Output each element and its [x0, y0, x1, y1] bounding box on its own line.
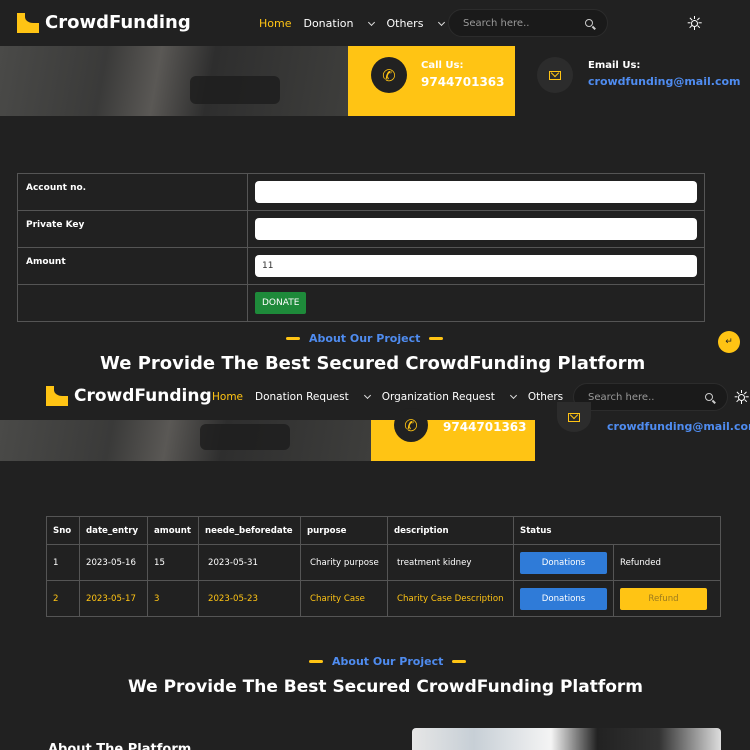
nav-donation-label: Donation	[303, 17, 354, 30]
table-header-row: Sno date_entry amount neede_beforedate p…	[46, 516, 721, 545]
dash-decoration	[286, 337, 300, 340]
search-icon[interactable]	[705, 393, 713, 401]
cell-purpose: Charity purpose	[300, 544, 388, 581]
email-link[interactable]: crowdfunding@mail.com	[588, 75, 740, 88]
col-purpose: purpose	[300, 516, 388, 545]
form-row-key: Private Key	[17, 210, 705, 248]
call-box-2: ✆ 9744701363	[371, 408, 535, 461]
cell-amount: 15	[147, 544, 199, 581]
col-amount: amount	[147, 516, 199, 545]
cell-needed-before: 2023-05-23	[198, 580, 301, 617]
cell-sno: 2	[46, 580, 80, 617]
brand-logo-2[interactable]: CrowdFunding	[46, 386, 212, 406]
private-key-field[interactable]	[255, 218, 697, 240]
form-row-submit: DONATE	[17, 284, 705, 322]
brand-logo[interactable]: CrowdFunding	[17, 12, 191, 33]
logo-icon	[17, 12, 39, 33]
chevron-down-icon	[368, 18, 376, 27]
nav2-home[interactable]: Home	[212, 391, 243, 403]
logo-icon	[46, 386, 68, 406]
section-headline-2: We Provide The Best Secured CrowdFunding…	[128, 677, 644, 697]
call-box: ✆ Call Us: 9744701363	[348, 46, 515, 116]
cell-status: Refunded	[613, 544, 721, 581]
chevron-down-icon	[363, 391, 371, 400]
nav-home[interactable]: Home	[259, 17, 291, 30]
donate-form: Account no. Private Key Amount 11 DONATE	[17, 173, 705, 322]
col-description: description	[387, 516, 514, 545]
email-label: Email Us:	[588, 60, 641, 71]
col-date-entry: date_entry	[79, 516, 148, 545]
amount-field[interactable]: 11	[255, 255, 697, 277]
call-number[interactable]: 9744701363	[421, 75, 505, 89]
cell-amount: 3	[147, 580, 199, 617]
cell-needed-before: 2023-05-31	[198, 544, 301, 581]
phone-icon: ✆	[394, 408, 428, 442]
nav-donation[interactable]: Donation	[303, 17, 376, 30]
main-nav-2: Home Donation Request Organization Reque…	[212, 391, 596, 403]
top-navbar: CrowdFunding Home Donation Others Search…	[0, 0, 750, 46]
section-headline: We Provide The Best Secured CrowdFunding…	[100, 353, 646, 374]
brand-name-2: CrowdFunding	[74, 386, 212, 406]
nav2-donation-label: Donation Request	[255, 391, 349, 403]
mail-icon	[557, 402, 591, 432]
search-placeholder-2: Search here..	[588, 391, 655, 403]
form-row-amount: Amount 11	[17, 247, 705, 285]
private-key-label: Private Key	[17, 210, 248, 248]
about-tag-text-2: About Our Project	[332, 655, 444, 668]
cell-date-entry: 2023-05-17	[79, 580, 148, 617]
brand-name: CrowdFunding	[45, 12, 191, 33]
amount-label: Amount	[17, 247, 248, 285]
theme-toggle-sun-icon[interactable]	[734, 390, 749, 404]
form-row-account: Account no.	[17, 173, 705, 211]
nav2-donation-request[interactable]: Donation Request	[255, 391, 371, 403]
dash-decoration	[429, 337, 444, 340]
search-icon[interactable]	[585, 19, 593, 27]
donation-requests-table: Sno date_entry amount neede_beforedate p…	[46, 516, 721, 617]
account-label: Account no.	[17, 173, 248, 211]
cell-date-entry: 2023-05-16	[79, 544, 148, 581]
col-sno: Sno	[46, 516, 80, 545]
phone-icon: ✆	[371, 57, 407, 93]
email-link-2[interactable]: crowdfunding@mail.com	[607, 420, 750, 433]
about-tag-text: About Our Project	[309, 332, 421, 345]
cell-description: treatment kidney	[387, 544, 514, 581]
donations-button[interactable]: Donations	[520, 551, 607, 574]
hero-image-2	[0, 420, 371, 461]
nav-others-label: Others	[386, 17, 424, 30]
col-status: Status	[513, 516, 721, 545]
search-input-2[interactable]: Search here..	[573, 383, 728, 411]
donations-button[interactable]: Donations	[520, 587, 607, 610]
chevron-down-icon	[509, 391, 517, 400]
scroll-top-icon[interactable]: ↵	[718, 331, 740, 353]
theme-toggle-sun-icon[interactable]	[687, 16, 702, 30]
cell-purpose: Charity Case	[300, 580, 388, 617]
col-needed-before: neede_beforedate	[198, 516, 301, 545]
refund-button[interactable]: Refund	[620, 587, 707, 610]
donate-button[interactable]: DONATE	[255, 292, 307, 314]
table-row: 1 2023-05-16 15 2023-05-31 Charity purpo…	[46, 544, 721, 581]
page-root: CrowdFunding Home Donation Others Search…	[0, 0, 750, 750]
platform-image	[412, 728, 721, 750]
mail-icon	[537, 57, 573, 93]
nav2-organization-request[interactable]: Organization Request	[381, 391, 517, 403]
call-label: Call Us:	[421, 60, 464, 71]
table-row: 2 2023-05-17 3 2023-05-23 Charity Case C…	[46, 580, 721, 617]
partial-heading: About The Platform	[48, 742, 192, 750]
cell-description: Charity Case Description	[387, 580, 514, 617]
nav2-organization-label: Organization Request	[381, 391, 495, 403]
nav-others[interactable]: Others	[386, 17, 446, 30]
cell-sno: 1	[46, 544, 80, 581]
call-number-2[interactable]: 9744701363	[443, 420, 527, 434]
main-nav: Home Donation Others	[259, 17, 456, 30]
about-tag-2: About Our Project	[300, 655, 475, 668]
search-placeholder: Search here..	[463, 17, 530, 29]
about-tag: About Our Project	[277, 332, 452, 345]
account-field[interactable]	[255, 181, 697, 203]
dash-decoration	[452, 660, 467, 663]
search-input[interactable]: Search here..	[448, 9, 608, 37]
dash-decoration	[309, 660, 323, 663]
hero-image	[0, 46, 348, 116]
chevron-down-icon	[438, 18, 446, 27]
